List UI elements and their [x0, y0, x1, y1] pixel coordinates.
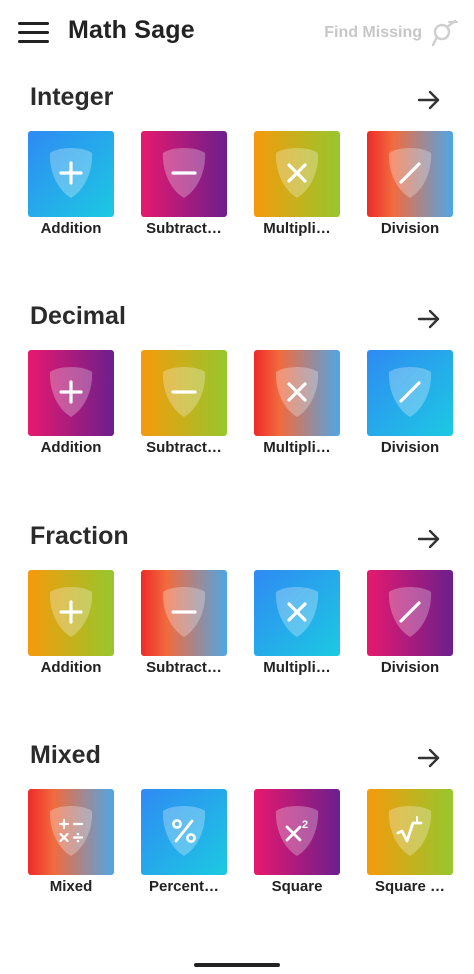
tile-icon-box[interactable] — [367, 350, 453, 436]
tile-icon-box[interactable] — [28, 570, 114, 656]
square-root-icon — [388, 806, 432, 856]
find-missing-icon — [431, 19, 458, 47]
plus-icon — [49, 367, 93, 417]
section-integer: Integer Addition Subtract… Multipli… Divisi… — [0, 83, 474, 237]
tile-divide[interactable]: Division — [365, 350, 455, 456]
tile-icon-box[interactable] — [367, 131, 453, 217]
tile-icon-box[interactable] — [254, 570, 340, 656]
tile-minus[interactable]: Subtract… — [139, 350, 229, 456]
percent-icon — [162, 806, 206, 856]
find-missing-button[interactable]: Find Missing — [324, 18, 460, 48]
tile-minus[interactable]: Subtract… — [139, 131, 229, 237]
tile-plus[interactable]: Addition — [26, 570, 116, 676]
find-missing-label: Find Missing — [324, 24, 422, 41]
tile-label: Multipli… — [263, 439, 331, 456]
section-title: Decimal — [30, 302, 126, 330]
tile-minus[interactable]: Subtract… — [139, 570, 229, 676]
tile-label: Division — [380, 439, 440, 456]
minus-icon — [162, 587, 206, 637]
tile-label: Division — [380, 220, 440, 237]
tile-multiply[interactable]: Multipli… — [252, 131, 342, 237]
tile-label: Square — [271, 878, 323, 895]
square-icon: 2 — [275, 806, 319, 856]
divide-icon — [388, 367, 432, 417]
hamburger-menu-icon[interactable] — [18, 22, 50, 46]
svg-text:2: 2 — [302, 819, 308, 831]
tile-label: Mixed — [49, 878, 93, 895]
section-title: Integer — [30, 83, 114, 111]
section-mixed: Mixed Mixed Percent… 2 Square Square … — [0, 741, 474, 895]
tile-label: Multipli… — [263, 659, 331, 676]
arrow-right-icon[interactable] — [416, 745, 442, 771]
tile-multiply[interactable]: Multipli… — [252, 350, 342, 456]
tile-icon-box[interactable] — [28, 350, 114, 436]
multiply-icon — [275, 148, 319, 198]
tile-label: Percent… — [148, 878, 220, 895]
mixed-operators-icon — [49, 806, 93, 856]
tile-icon-box[interactable] — [141, 789, 227, 875]
tile-icon-box[interactable]: 2 — [254, 789, 340, 875]
minus-icon — [162, 367, 206, 417]
tile-icon-box[interactable] — [141, 570, 227, 656]
plus-icon — [49, 587, 93, 637]
tile-icon-box[interactable] — [141, 131, 227, 217]
tile-icon-box[interactable] — [28, 789, 114, 875]
tile-divide[interactable]: Division — [365, 131, 455, 237]
tile-plus[interactable]: Addition — [26, 131, 116, 237]
tile-label: Multipli… — [263, 220, 331, 237]
app-title: Math Sage — [68, 16, 195, 44]
home-indicator[interactable] — [194, 963, 280, 967]
tile-label: Addition — [40, 659, 102, 676]
arrow-right-icon[interactable] — [416, 306, 442, 332]
section-title: Fraction — [30, 522, 129, 550]
tile-label: Addition — [40, 220, 102, 237]
tile-percent[interactable]: Percent… — [139, 789, 229, 895]
tile-icon-box[interactable] — [367, 570, 453, 656]
tile-icon-box[interactable] — [254, 131, 340, 217]
section-fraction: Fraction Addition Subtract… Multipli… Divis… — [0, 522, 474, 676]
tile-square-root[interactable]: Square … — [365, 789, 455, 895]
arrow-right-icon[interactable] — [416, 526, 442, 552]
tile-icon-box[interactable] — [141, 350, 227, 436]
tile-label: Subtract… — [146, 659, 222, 676]
tile-label: Subtract… — [146, 439, 222, 456]
tile-icon-box[interactable] — [28, 131, 114, 217]
tile-label: Subtract… — [146, 220, 222, 237]
tile-icon-box[interactable] — [254, 350, 340, 436]
arrow-right-icon[interactable] — [416, 87, 442, 113]
plus-icon — [49, 148, 93, 198]
tile-multiply[interactable]: Multipli… — [252, 570, 342, 676]
tile-icon-box[interactable] — [367, 789, 453, 875]
multiply-icon — [275, 367, 319, 417]
divide-icon — [388, 587, 432, 637]
tile-square[interactable]: 2 Square — [252, 789, 342, 895]
tile-label: Addition — [40, 439, 102, 456]
tile-plus[interactable]: Addition — [26, 350, 116, 456]
tile-label: Square … — [374, 878, 446, 895]
section-decimal: Decimal Addition Subtract… Multipli… Divisi… — [0, 302, 474, 456]
tile-label: Division — [380, 659, 440, 676]
minus-icon — [162, 148, 206, 198]
multiply-icon — [275, 587, 319, 637]
tile-divide[interactable]: Division — [365, 570, 455, 676]
app-bar: Math Sage Find Missing — [0, 0, 474, 68]
tile-mixed-operators[interactable]: Mixed — [26, 789, 116, 895]
section-title: Mixed — [30, 741, 101, 769]
divide-icon — [388, 148, 432, 198]
